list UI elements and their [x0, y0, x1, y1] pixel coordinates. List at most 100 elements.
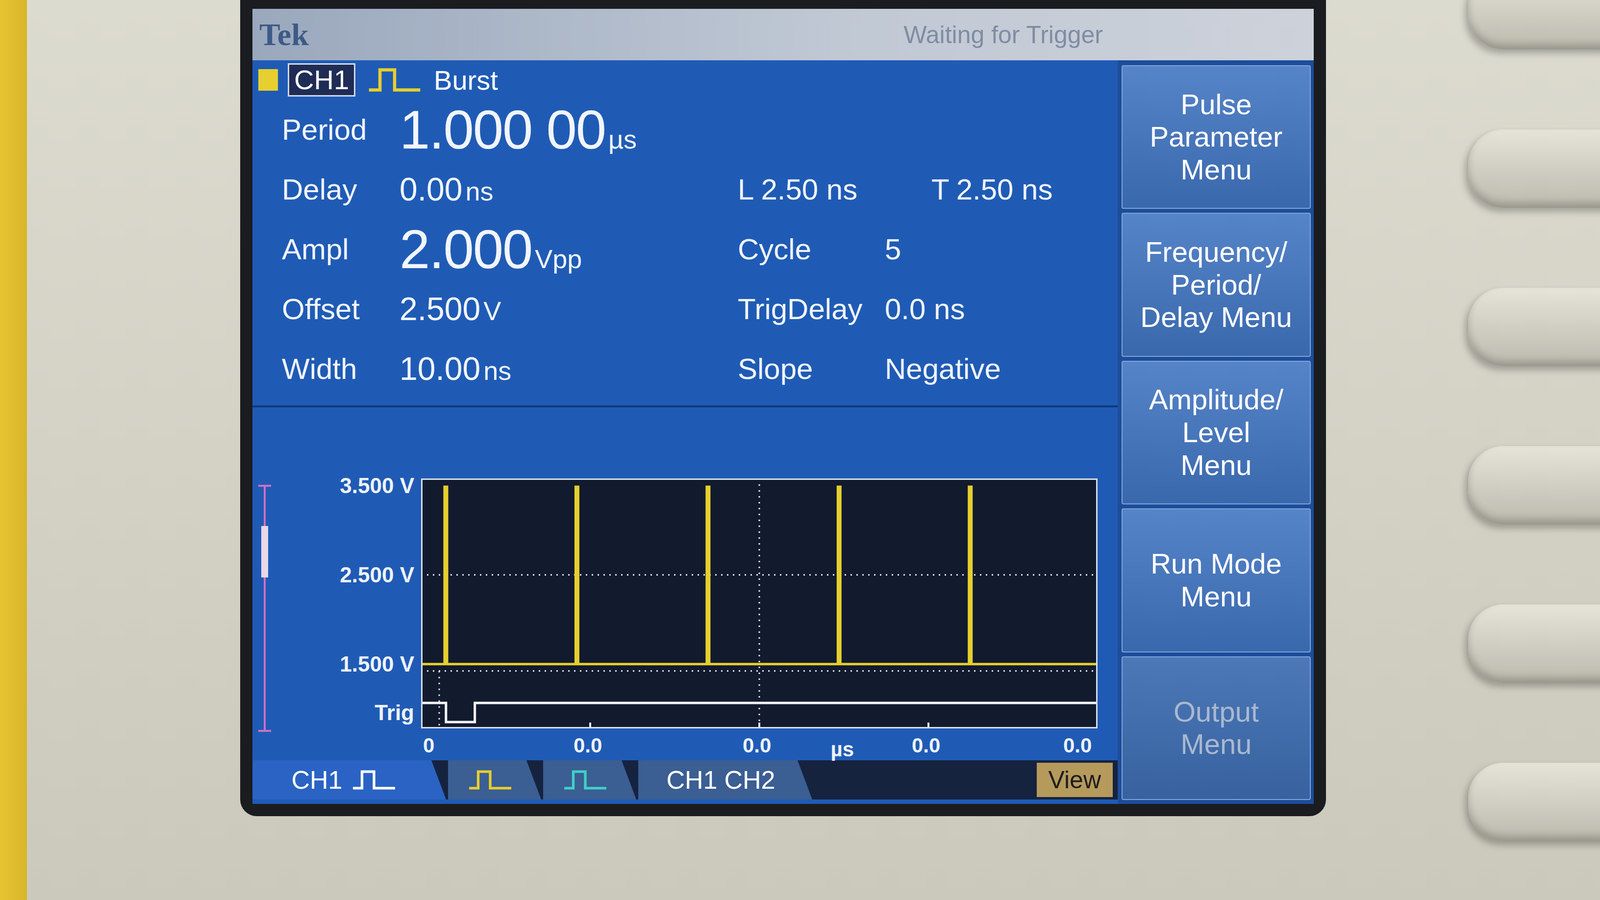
plot-border — [422, 479, 1098, 728]
brand-logo: Tek — [259, 16, 309, 53]
pulse-icon — [560, 768, 610, 792]
menu-button-line: Output — [1173, 695, 1259, 729]
pulse-icon — [365, 66, 425, 94]
setting-value[interactable]: 0.0 ns — [884, 292, 1118, 326]
setting-value[interactable]: 5 — [884, 232, 1118, 267]
scale-cap — [258, 484, 272, 487]
value-number: 2.500 — [399, 290, 481, 328]
menu-button-line: Pulse — [1180, 88, 1252, 122]
grid-line — [421, 574, 1098, 576]
bezel-key[interactable] — [1468, 0, 1600, 50]
bezel-key[interactable] — [1468, 446, 1600, 525]
y-axis-label: 1.500 V — [272, 650, 415, 678]
parameter-value[interactable]: 2.000Vpp — [399, 217, 738, 281]
bezel-key-column — [1468, 0, 1600, 900]
channel-label: CH1 — [287, 63, 356, 97]
bezel — [26, 0, 241, 900]
pulse-icon — [352, 771, 396, 789]
waveform-plot — [421, 478, 1098, 729]
waveform-pulse — [836, 485, 842, 665]
value-unit: ns — [465, 175, 494, 207]
menu-button-line: Delay Menu — [1140, 300, 1292, 334]
parameter-value[interactable]: 10.00ns — [399, 350, 738, 388]
setting-value: 2.50 ns — [760, 172, 858, 207]
value-number: 10.00 — [399, 350, 481, 388]
value-number: 2.000 — [399, 217, 532, 281]
setting-label: L — [737, 172, 754, 207]
menu-button[interactable]: Frequency/Period/Delay Menu — [1121, 212, 1311, 357]
scale-line — [263, 485, 266, 731]
setting-label: TrigDelay — [737, 292, 885, 326]
value-number: 0.00 — [399, 170, 463, 208]
y-axis-label: 3.500 V — [272, 472, 415, 500]
menu-button-line: Menu — [1180, 449, 1252, 482]
setting-value: 2.50 ns — [956, 172, 1053, 207]
trigger-label: Trig — [272, 699, 415, 727]
title-bar: TekWaiting for Trigger — [252, 8, 1314, 61]
edge-time-setting[interactable]: L2.50 ns — [737, 172, 885, 207]
menu-button[interactable]: OutputMenu — [1121, 656, 1311, 800]
pulse-icon — [564, 771, 607, 789]
menu-button-line: Period/ — [1171, 268, 1262, 302]
x-axis-label: 0.0 — [573, 733, 602, 758]
value-number: 1.000 00 — [399, 98, 606, 162]
setting-label: Slope — [737, 351, 885, 386]
scale-cap — [258, 729, 272, 732]
tab-label: CH2 — [724, 765, 776, 795]
bezel-key[interactable] — [1468, 129, 1600, 208]
setting-value[interactable]: Negative — [884, 351, 1118, 386]
parameter-label: Offset — [281, 292, 400, 326]
screen-frame: TekWaiting for TriggerCH1BurstPeriod1.00… — [240, 0, 1326, 817]
waveform-preview: 3.500 V2.500 V1.500 VTrig00.00.00.00.0µs — [252, 422, 1118, 761]
pulse-icon — [369, 69, 421, 90]
value-unit: V — [483, 295, 501, 326]
grid-line — [758, 478, 761, 729]
setting-label: T — [931, 172, 950, 207]
separator-line — [252, 405, 1118, 408]
value-unit: Vpp — [534, 243, 582, 275]
parameter-value[interactable]: 1.000 00µs — [399, 98, 738, 162]
parameter-label: Ampl — [281, 232, 400, 267]
bezel-key[interactable] — [1468, 287, 1600, 367]
channel-color-square — [258, 69, 278, 91]
menu-button-line: Parameter — [1150, 120, 1283, 154]
bezel-key[interactable] — [1468, 762, 1600, 842]
menu-button[interactable]: PulseParameterMenu — [1121, 65, 1311, 209]
pulse-icon — [469, 771, 512, 789]
pulse-icon — [465, 768, 515, 792]
value-unit: ns — [483, 355, 512, 386]
parameter-label: Delay — [281, 172, 400, 207]
trigger-trace — [421, 702, 1098, 723]
waveform-pulse — [967, 485, 973, 665]
pulse-icon — [349, 768, 399, 792]
bottom-tab-strip: CH1 CH1CH2 View — [252, 760, 1118, 800]
bottom-tab[interactable] — [543, 760, 637, 800]
bottom-tab[interactable]: CH1CH2 — [638, 760, 813, 800]
menu-button-line: Amplitude/ — [1149, 383, 1284, 417]
bottom-tab[interactable] — [448, 760, 542, 800]
channel-header: CH1Burst — [252, 60, 1118, 100]
y-axis-label: 2.500 V — [272, 561, 415, 589]
menu-button[interactable]: Amplitude/LevelMenu — [1121, 360, 1311, 505]
edge-time-setting[interactable]: T2.50 ns — [884, 172, 1118, 207]
view-button[interactable]: View — [1036, 762, 1113, 798]
screen-body: CH1BurstPeriod1.000 00µsDelay0.00nsL2.50… — [252, 60, 1314, 804]
bezel-key[interactable] — [1468, 604, 1600, 683]
x-axis-label: 0.0 — [1063, 733, 1092, 758]
bottom-tab[interactable]: CH1 — [252, 760, 447, 800]
grid-line — [421, 670, 1098, 672]
parameter-grid: Period1.000 00µsDelay0.00nsL2.50 nsT2.50… — [252, 99, 1118, 399]
menu-button-line: Run Mode — [1150, 547, 1282, 581]
setting-label: Cycle — [737, 232, 885, 267]
menu-button-line: Frequency/ — [1145, 235, 1288, 269]
waveform-pulse — [705, 485, 711, 665]
yellow-side-strip — [0, 0, 27, 900]
menu-button-line: Menu — [1180, 580, 1252, 614]
waveform-pulse — [574, 485, 580, 665]
scale-indicator — [261, 525, 269, 578]
trigger-position-line — [438, 671, 441, 729]
soft-key-menu: PulseParameterMenuFrequency/Period/Delay… — [1117, 60, 1314, 804]
parameter-value[interactable]: 2.500V — [399, 290, 738, 328]
menu-button[interactable]: Run ModeMenu — [1121, 508, 1311, 652]
parameter-value[interactable]: 0.00ns — [399, 170, 738, 208]
